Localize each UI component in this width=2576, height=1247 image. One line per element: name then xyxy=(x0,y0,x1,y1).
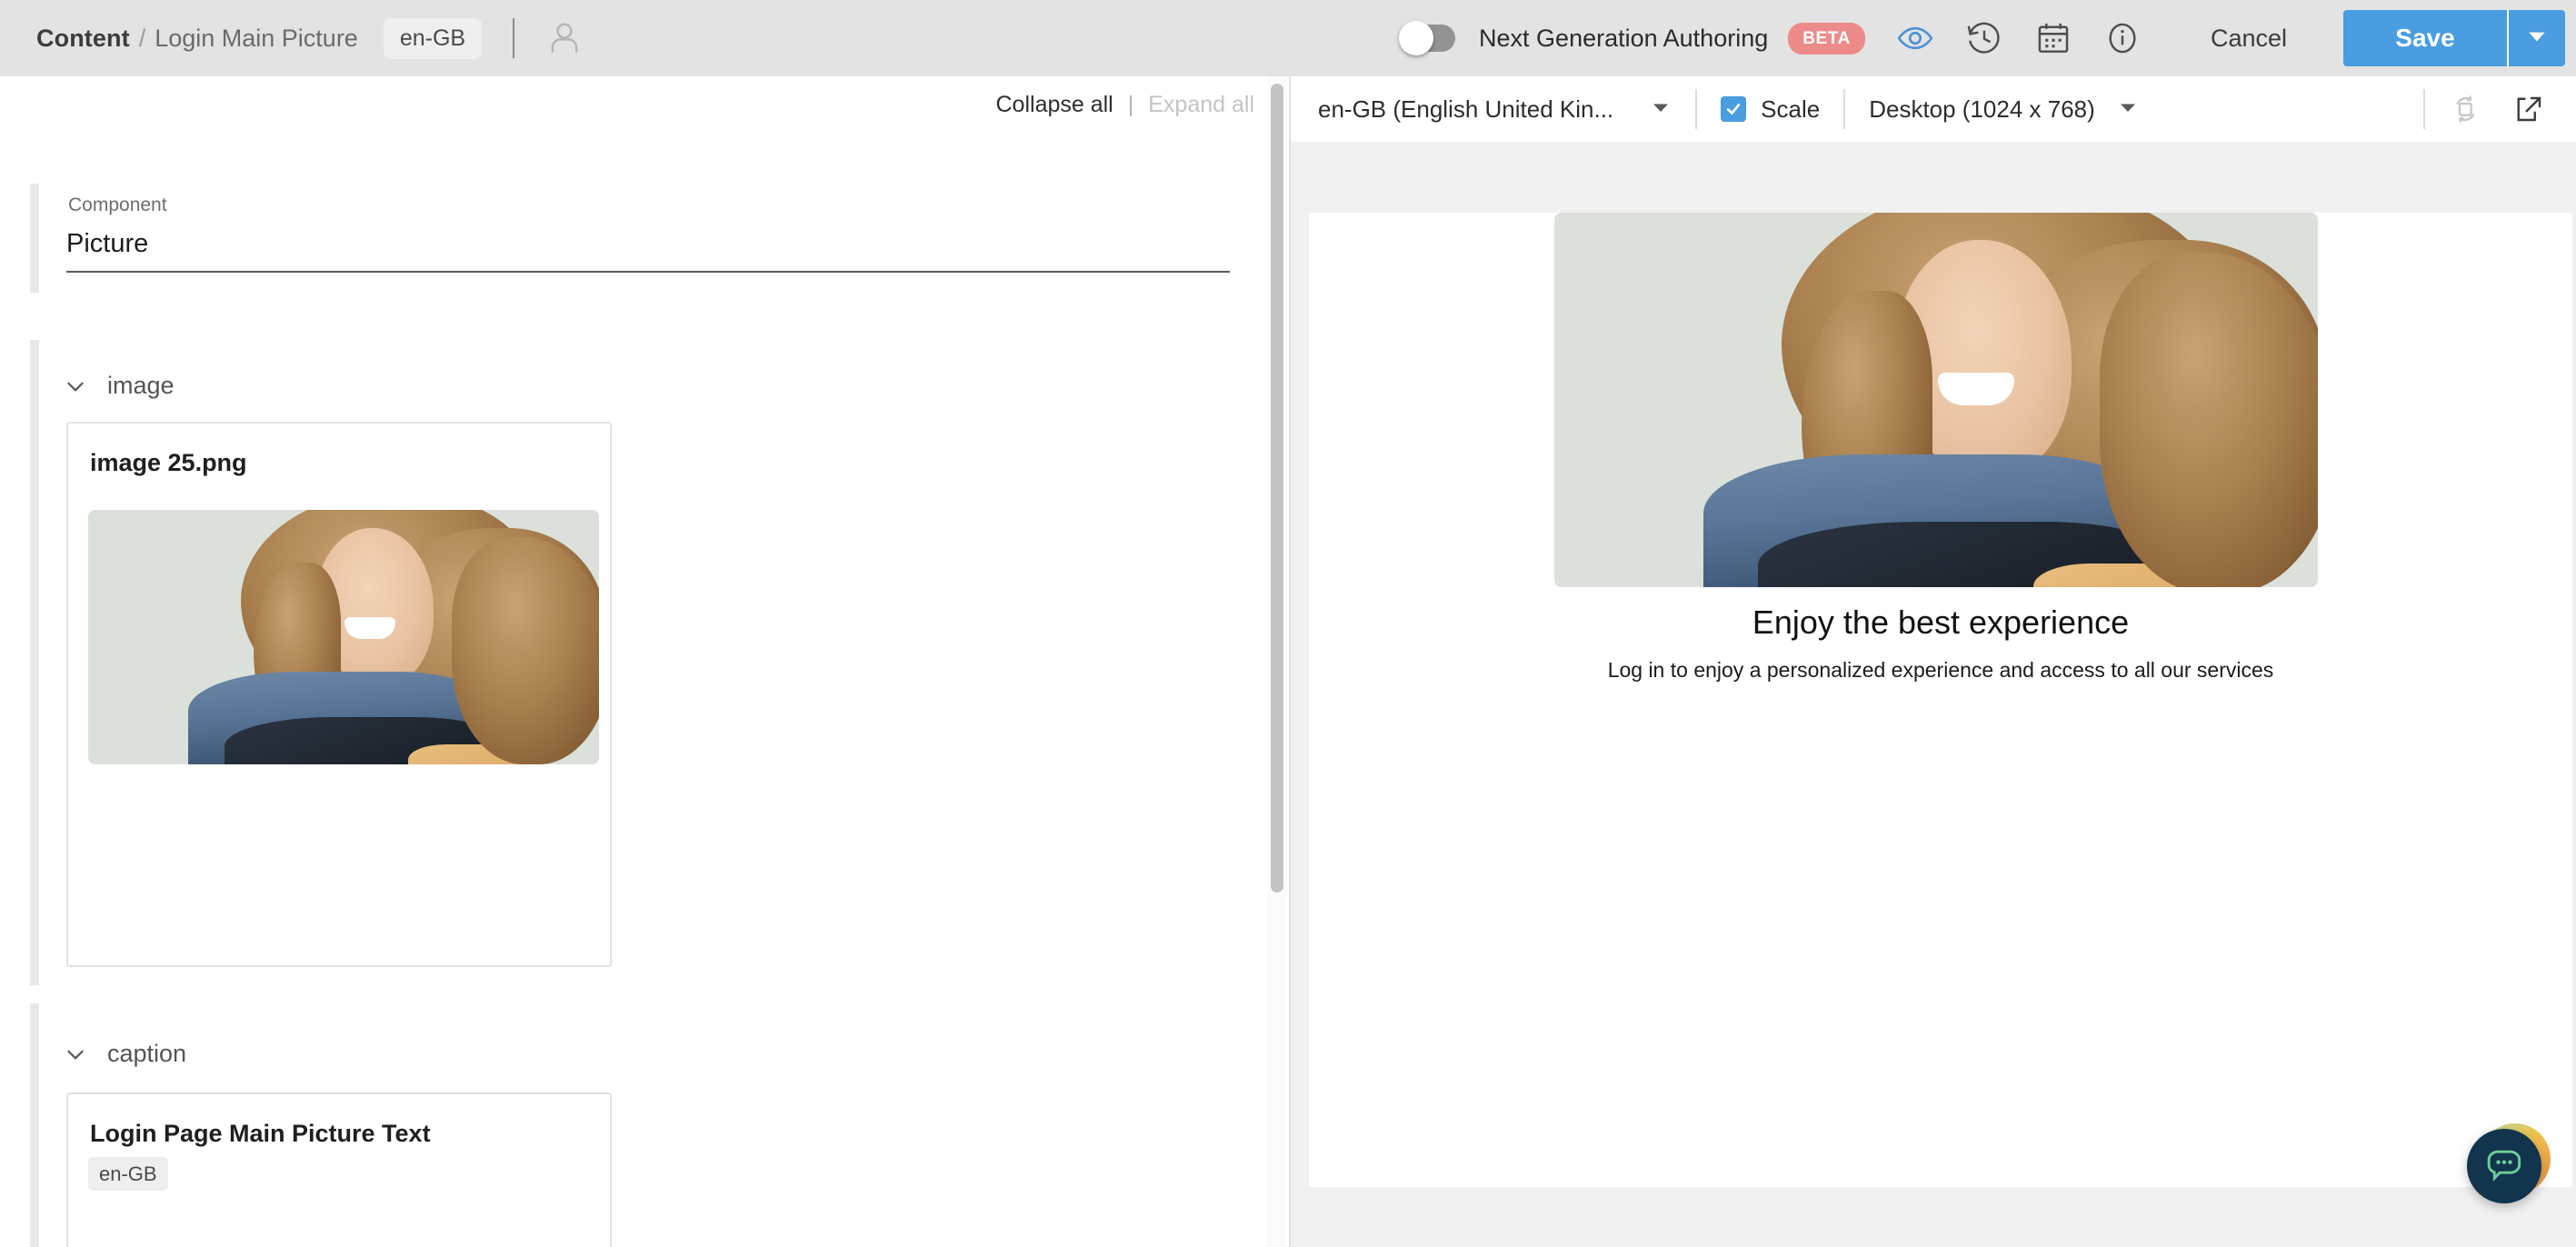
component-name-input[interactable] xyxy=(66,222,1230,273)
preview-device-value: Desktop (1024 x 768) xyxy=(1869,95,2095,124)
photo-artwork xyxy=(88,510,599,764)
preview-language-select[interactable]: en-GB (English United Kin... xyxy=(1318,95,1672,124)
preview-hero-subtitle: Log in to enjoy a personalized experienc… xyxy=(1309,658,2572,683)
rotate-device-icon[interactable] xyxy=(2449,93,2481,125)
preview-toolbar-separator-1 xyxy=(1695,89,1697,129)
image-asset-thumbnail[interactable] xyxy=(88,510,599,764)
chevron-down-icon xyxy=(2117,96,2139,123)
image-asset-filename: image 25.png xyxy=(68,424,610,477)
history-icon[interactable] xyxy=(1965,19,2003,57)
chevron-down-icon xyxy=(2525,25,2549,53)
section-label-image: image xyxy=(107,372,175,400)
section-header-image[interactable]: image xyxy=(64,372,175,400)
section-header-caption[interactable]: caption xyxy=(64,1040,186,1068)
eye-icon[interactable] xyxy=(1896,19,1934,57)
scale-label: Scale xyxy=(1761,95,1820,124)
preview-canvas: Enjoy the best experience Log in to enjo… xyxy=(1309,213,2572,1187)
preview-toolbar: en-GB (English United Kin... Scale Deskt… xyxy=(1291,76,2576,142)
preview-language-value: en-GB (English United Kin... xyxy=(1318,95,1613,124)
preview-surface: Enjoy the best experience Log in to enjo… xyxy=(1291,142,2576,1247)
image-section-accent-bar xyxy=(30,340,39,985)
chat-bubble-icon xyxy=(2483,1143,2525,1190)
caption-locale-chip: en-GB xyxy=(88,1157,168,1191)
component-field-label: Component xyxy=(68,195,167,216)
expand-all-link[interactable]: Expand all xyxy=(1148,92,1254,118)
preview-device-select[interactable]: Desktop (1024 x 768) xyxy=(1869,95,2139,124)
next-gen-authoring-toggle[interactable] xyxy=(1401,25,1455,52)
caption-asset-card[interactable]: Login Page Main Picture Text en-GB xyxy=(66,1092,612,1247)
panel-toolbar: Collapse all | Expand all xyxy=(0,76,1289,133)
breadcrumb-leaf[interactable]: Login Main Picture xyxy=(155,25,358,53)
header-language-chip[interactable]: en-GB xyxy=(384,18,482,59)
breadcrumb: Content / Login Main Picture xyxy=(36,25,358,53)
preview-hero-image xyxy=(1554,213,2318,587)
cancel-button[interactable]: Cancel xyxy=(2211,25,2287,53)
image-asset-card[interactable]: image 25.png xyxy=(66,422,612,967)
beta-badge: BETA xyxy=(1788,23,1865,55)
toggle-knob xyxy=(1399,21,1433,55)
component-field-accent-bar xyxy=(30,184,39,293)
preview-hero-title: Enjoy the best experience xyxy=(1309,604,2572,642)
save-button[interactable]: Save xyxy=(2343,10,2507,66)
breadcrumb-separator: / xyxy=(139,25,146,53)
preview-toolbar-separator-2 xyxy=(1843,89,1845,129)
chat-widget[interactable] xyxy=(2467,1125,2549,1207)
scale-checkbox[interactable] xyxy=(1721,96,1746,122)
component-editor-panel: Collapse all | Expand all Component imag… xyxy=(0,76,1289,1247)
chevron-down-icon xyxy=(64,374,87,398)
preview-panel: en-GB (English United Kin... Scale Deskt… xyxy=(1289,76,2576,1247)
header-divider-1 xyxy=(513,18,514,58)
chat-launcher-button[interactable] xyxy=(2467,1129,2541,1203)
person-icon[interactable] xyxy=(545,19,584,57)
left-panel-scrollbar[interactable] xyxy=(1267,76,1287,1247)
info-icon[interactable] xyxy=(2103,19,2142,57)
preview-toolbar-separator-3 xyxy=(2423,89,2425,129)
chevron-down-icon xyxy=(1650,96,1672,123)
toolbar-separator: | xyxy=(1128,92,1134,118)
collapse-all-link[interactable]: Collapse all xyxy=(996,92,1113,118)
next-gen-authoring-label: Next Generation Authoring xyxy=(1479,25,1768,53)
save-button-group: Save xyxy=(2343,10,2565,66)
caption-asset-title: Login Page Main Picture Text xyxy=(68,1094,610,1148)
caption-section-accent-bar xyxy=(30,1003,39,1247)
photo-artwork xyxy=(1554,213,2318,587)
app-header: Content / Login Main Picture en-GB Next … xyxy=(0,0,2576,76)
open-external-icon[interactable] xyxy=(2512,93,2545,125)
save-dropdown-button[interactable] xyxy=(2507,10,2565,66)
chevron-down-icon xyxy=(64,1042,87,1066)
scrollbar-thumb[interactable] xyxy=(1271,84,1283,893)
breadcrumb-root[interactable]: Content xyxy=(36,25,130,53)
section-label-caption: caption xyxy=(107,1040,186,1068)
calendar-icon[interactable] xyxy=(2034,19,2072,57)
